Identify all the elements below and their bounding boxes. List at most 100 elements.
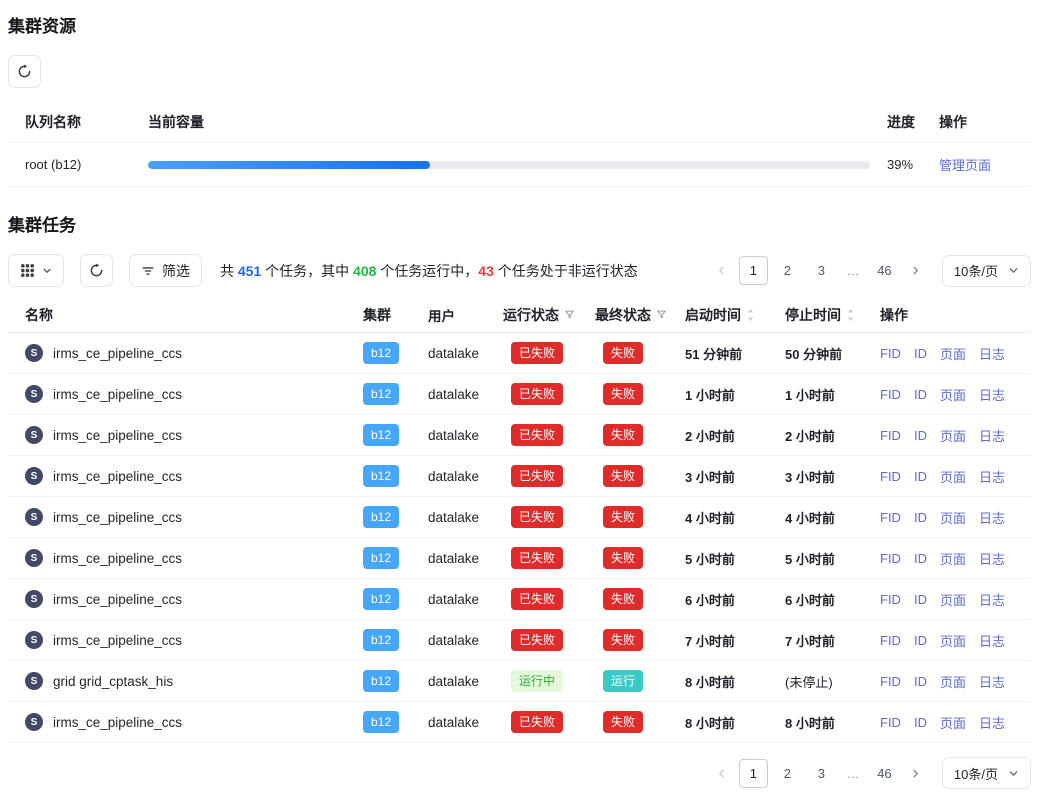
column-settings-button[interactable]: [8, 254, 64, 287]
final-status-badge: 失败: [603, 424, 643, 446]
action-link-page[interactable]: 页面: [940, 467, 966, 486]
table-row: Sirms_ce_pipeline_ccsb12datalake已失败失败3 小…: [8, 456, 1031, 497]
action-link-fid[interactable]: FID: [880, 715, 901, 730]
chevron-down-icon: [42, 266, 52, 276]
action-link-fid[interactable]: FID: [880, 469, 901, 484]
page-button-2[interactable]: 2: [773, 256, 802, 285]
action-link-page[interactable]: 页面: [940, 590, 966, 609]
column-header-run-status[interactable]: 运行状态: [503, 305, 595, 325]
action-link-log[interactable]: 日志: [979, 590, 1005, 609]
task-name-cell: Sirms_ce_pipeline_ccs: [8, 549, 363, 567]
action-link-id[interactable]: ID: [914, 346, 927, 361]
action-link-log[interactable]: 日志: [979, 549, 1005, 568]
action-link-log[interactable]: 日志: [979, 344, 1005, 363]
final-status-badge: 失败: [603, 588, 643, 610]
run-status-badge: 已失败: [511, 629, 563, 651]
resources-toolbar: [8, 55, 1031, 88]
action-link-id[interactable]: ID: [914, 551, 927, 566]
filter-button[interactable]: 筛选: [129, 254, 202, 287]
page-button-46[interactable]: 46: [870, 256, 899, 285]
action-link-id[interactable]: ID: [914, 510, 927, 525]
action-link-id[interactable]: ID: [914, 715, 927, 730]
action-link-id[interactable]: ID: [914, 469, 927, 484]
cluster-cell: b12: [363, 547, 428, 569]
final-status-cell: 失败: [595, 547, 685, 569]
action-link-fid[interactable]: FID: [880, 633, 901, 648]
row-actions: FID ID 页面日志: [880, 467, 1031, 486]
action-link-fid[interactable]: FID: [880, 387, 901, 402]
action-link-log[interactable]: 日志: [979, 467, 1005, 486]
action-link-id[interactable]: ID: [914, 633, 927, 648]
action-link-page[interactable]: 页面: [940, 344, 966, 363]
column-header-queue-name: 队列名称: [8, 112, 148, 132]
refresh-resources-button[interactable]: [8, 55, 41, 88]
action-link-fid[interactable]: FID: [880, 551, 901, 566]
action-link-fid[interactable]: FID: [880, 346, 901, 361]
refresh-tasks-button[interactable]: [80, 254, 113, 287]
stop-time: (未停止): [785, 672, 880, 691]
run-status-badge: 已失败: [511, 547, 563, 569]
page-size-label: 10条/页: [954, 261, 998, 280]
summary-text: 共: [220, 263, 238, 279]
action-link-id[interactable]: ID: [914, 592, 927, 607]
sorter-icon[interactable]: [846, 308, 855, 322]
action-link-fid[interactable]: FID: [880, 592, 901, 607]
filter-icon[interactable]: [656, 309, 667, 320]
action-link-log[interactable]: 日志: [979, 672, 1005, 691]
run-status-cell: 已失败: [503, 629, 595, 651]
prev-page-button[interactable]: [710, 761, 734, 785]
action-link-id[interactable]: ID: [914, 674, 927, 689]
page-button-3[interactable]: 3: [807, 759, 836, 788]
action-link-page[interactable]: 页面: [940, 713, 966, 732]
filter-icon[interactable]: [564, 309, 575, 320]
cluster-cell: b12: [363, 670, 428, 692]
action-link-page[interactable]: 页面: [940, 385, 966, 404]
manage-page-link[interactable]: 管理页面: [939, 158, 991, 173]
action-link-page[interactable]: 页面: [940, 508, 966, 527]
column-label: 名称: [25, 305, 53, 325]
cluster-cell: b12: [363, 383, 428, 405]
avatar: S: [25, 713, 43, 731]
action-link-id[interactable]: ID: [914, 387, 927, 402]
action-link-fid[interactable]: FID: [880, 428, 901, 443]
cluster-resources-title: 集群资源: [8, 12, 1031, 37]
action-link-log[interactable]: 日志: [979, 426, 1005, 445]
cluster-badge: b12: [363, 670, 399, 692]
next-page-button[interactable]: [904, 259, 928, 283]
action-link-page[interactable]: 页面: [940, 426, 966, 445]
toolbar-right: 123…46 10条/页: [710, 255, 1031, 287]
column-header-final-status[interactable]: 最终状态: [595, 305, 685, 325]
final-status-badge: 失败: [603, 506, 643, 528]
run-status-badge: 已失败: [511, 342, 563, 364]
page-button-3[interactable]: 3: [807, 256, 836, 285]
column-header-start-time[interactable]: 启动时间: [685, 305, 785, 325]
page-button-2[interactable]: 2: [773, 759, 802, 788]
run-status-cell: 已失败: [503, 547, 595, 569]
page-button-1[interactable]: 1: [739, 759, 768, 788]
action-link-log[interactable]: 日志: [979, 508, 1005, 527]
next-page-button[interactable]: [904, 761, 928, 785]
run-status-cell: 已失败: [503, 588, 595, 610]
action-link-fid[interactable]: FID: [880, 674, 901, 689]
column-header-stop-time[interactable]: 停止时间: [785, 305, 880, 325]
page-size-select[interactable]: 10条/页: [942, 757, 1031, 789]
page-button-1[interactable]: 1: [739, 256, 768, 285]
action-link-log[interactable]: 日志: [979, 713, 1005, 732]
action-link-id[interactable]: ID: [914, 428, 927, 443]
task-name: irms_ce_pipeline_ccs: [53, 387, 182, 402]
action-link-log[interactable]: 日志: [979, 385, 1005, 404]
prev-page-button[interactable]: [710, 259, 734, 283]
action-link-fid[interactable]: FID: [880, 510, 901, 525]
sorter-icon[interactable]: [746, 308, 755, 322]
page-size-select[interactable]: 10条/页: [942, 255, 1031, 287]
action-link-page[interactable]: 页面: [940, 631, 966, 650]
action-link-log[interactable]: 日志: [979, 631, 1005, 650]
task-name-cell: Sirms_ce_pipeline_ccs: [8, 385, 363, 403]
page-button-46[interactable]: 46: [870, 759, 899, 788]
page: 集群资源 队列名称 当前容量 进度 操作 root (b12) 39% 管理页面…: [0, 0, 1039, 805]
action-link-page[interactable]: 页面: [940, 549, 966, 568]
action-link-page[interactable]: 页面: [940, 672, 966, 691]
final-status-badge: 失败: [603, 465, 643, 487]
summary-count-green: 408: [353, 263, 376, 279]
table-row: Sirms_ce_pipeline_ccsb12datalake已失败失败8 小…: [8, 702, 1031, 743]
